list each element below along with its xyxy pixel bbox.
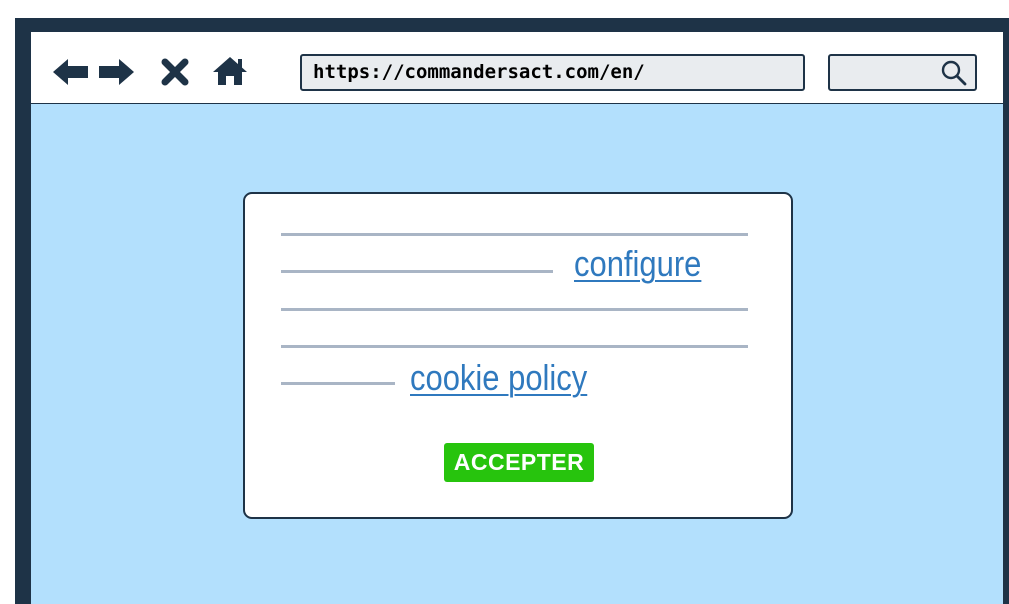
placeholder-text-line — [281, 382, 395, 385]
back-arrow-icon[interactable] — [53, 58, 89, 86]
cookie-policy-link[interactable]: cookie policy — [410, 358, 587, 398]
placeholder-text-line — [281, 270, 553, 273]
placeholder-text-line — [281, 233, 748, 236]
search-icon[interactable] — [941, 60, 967, 86]
placeholder-text-line — [281, 345, 748, 348]
close-icon[interactable] — [161, 58, 189, 86]
address-bar[interactable]: https://commandersact.com/en/ — [300, 54, 805, 91]
search-box[interactable] — [828, 54, 977, 91]
configure-link[interactable]: configure — [574, 244, 701, 284]
home-icon[interactable] — [213, 56, 247, 86]
forward-arrow-icon[interactable] — [98, 58, 134, 86]
accept-button[interactable]: ACCEPTER — [444, 443, 594, 482]
placeholder-text-line — [281, 308, 748, 311]
